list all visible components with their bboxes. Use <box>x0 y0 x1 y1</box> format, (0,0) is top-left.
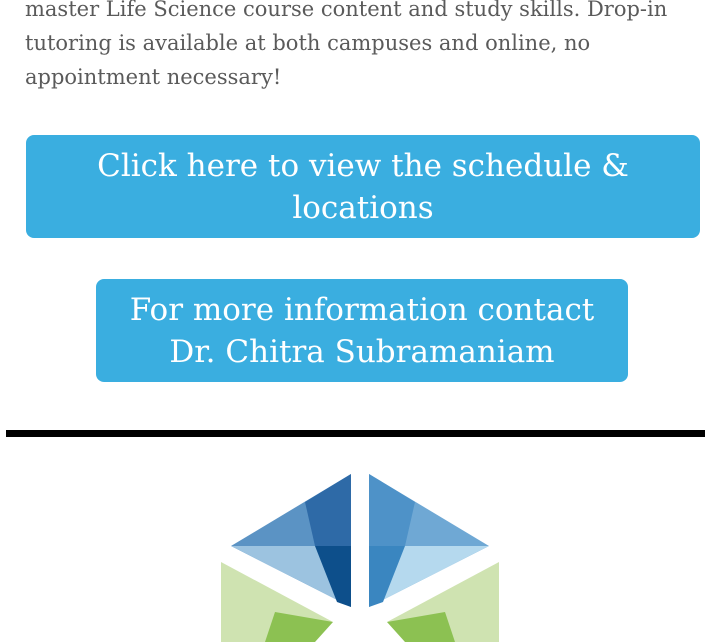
intro-paragraph: master Life Science course content and s… <box>25 0 668 89</box>
contact-button-label-line2: Dr. Chitra Subramaniam <box>169 333 555 370</box>
view-schedule-button[interactable]: Click here to view the schedule & locati… <box>26 135 700 238</box>
contact-button-label-line1: For more information contact <box>129 291 595 328</box>
section-divider <box>6 430 705 437</box>
view-schedule-button-label-line2: locations <box>292 189 434 226</box>
contact-button[interactable]: For more information contact Dr. Chitra … <box>96 279 628 382</box>
page: master Life Science course content and s… <box>0 0 705 642</box>
hexagon-prism-logo-icon <box>215 462 505 642</box>
view-schedule-button-label-line1: Click here to view the schedule & <box>97 147 629 184</box>
